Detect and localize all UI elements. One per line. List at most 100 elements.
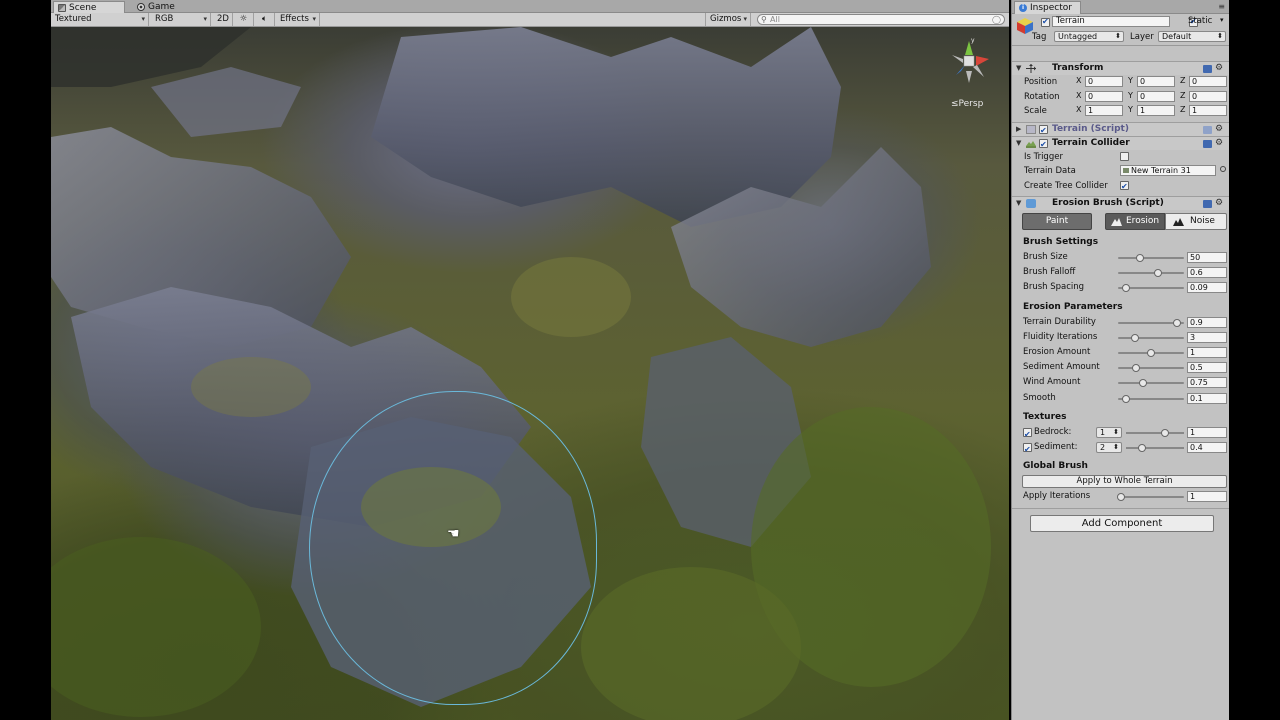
slider-knob[interactable] — [1173, 318, 1182, 327]
slider-knob[interactable] — [1121, 394, 1130, 403]
erosion-params-field[interactable]: 3 — [1187, 331, 1227, 343]
gear-icon[interactable]: ⚙ — [1215, 62, 1223, 75]
erosion-brush-header[interactable]: ▼ Erosion Brush (Script) ⚙ — [1012, 196, 1229, 210]
textures-list: Bedrock:1⬍1Sediment:2⬍0.4 — [1012, 425, 1229, 457]
slider-knob[interactable] — [1131, 364, 1140, 373]
erosion-params-field[interactable]: 0.1 — [1187, 392, 1227, 404]
projection-label[interactable]: ≤Persp — [951, 99, 983, 109]
texture-slider[interactable] — [1126, 428, 1184, 437]
apply-iterations-field[interactable]: 1 — [1187, 491, 1227, 503]
apply-to-whole-terrain-button[interactable]: Apply to Whole Terrain — [1022, 475, 1227, 489]
slider-knob[interactable] — [1135, 254, 1144, 262]
scale-x-field[interactable]: 1 — [1085, 105, 1123, 116]
object-active-checkbox[interactable] — [1041, 17, 1050, 27]
layer-dropdown[interactable]: Default ⬍ — [1158, 31, 1226, 42]
texture-enabled-checkbox[interactable] — [1023, 427, 1032, 442]
slider-knob[interactable] — [1130, 333, 1139, 342]
rotation-y-field[interactable]: 0 — [1137, 90, 1175, 102]
brush-settings-field[interactable]: 0.09 — [1187, 282, 1227, 294]
help-book-icon[interactable] — [1203, 125, 1212, 134]
scene-viewport[interactable]: ☚ y ≤Persp — [51, 27, 1009, 720]
is-trigger-checkbox[interactable] — [1120, 151, 1129, 161]
erosion-params-field[interactable]: 1 — [1187, 346, 1227, 358]
erosion-mode-button[interactable]: Erosion — [1105, 213, 1165, 230]
erosion-params-field[interactable]: 0.5 — [1187, 362, 1227, 374]
slider-knob[interactable] — [1139, 379, 1148, 388]
lighting-toggle[interactable]: ☼ — [234, 13, 254, 26]
noise-mode-button[interactable]: Noise — [1165, 213, 1227, 230]
slider-knob[interactable] — [1161, 428, 1170, 437]
erosion-params-slider[interactable] — [1118, 348, 1184, 357]
scene-search-input[interactable]: ⚲ All ◯ — [757, 14, 1005, 25]
tab-inspector[interactable]: i Inspector — [1014, 1, 1081, 14]
foldout-closed-icon[interactable]: ▶ — [1016, 123, 1021, 136]
terrain-collider-header[interactable]: ▼ Terrain Collider ⚙ — [1012, 135, 1229, 151]
help-book-icon[interactable] — [1203, 139, 1212, 148]
rotation-x-field[interactable]: 0 — [1085, 90, 1123, 102]
orientation-gizmo-icon[interactable]: y — [944, 37, 994, 87]
gizmos-dropdown[interactable]: Gizmos — [705, 13, 751, 26]
erosion-params-slider[interactable] — [1118, 379, 1184, 388]
texture-channel-dropdown[interactable]: 2 ⬍ — [1096, 441, 1122, 453]
erosion-params-field[interactable]: 0.9 — [1187, 316, 1227, 328]
terrain-script-header[interactable]: ▶ Terrain (Script) ⚙ — [1012, 121, 1229, 137]
texture-value-field[interactable]: 1 — [1187, 426, 1227, 438]
brush-settings-field[interactable]: 50 — [1187, 252, 1227, 263]
brush-settings-slider[interactable] — [1118, 284, 1184, 293]
foldout-open-icon[interactable]: ▼ — [1016, 197, 1021, 210]
position-x-field[interactable]: 0 — [1085, 76, 1123, 87]
erosion-params-slider[interactable] — [1118, 364, 1184, 373]
foldout-open-icon[interactable]: ▼ — [1016, 62, 1021, 75]
scale-y-field[interactable]: 1 — [1137, 105, 1175, 116]
gear-icon[interactable]: ⚙ — [1215, 137, 1223, 150]
slider-knob[interactable] — [1138, 443, 1147, 452]
create-tree-collider-row: Create Tree Collider — [1012, 179, 1229, 194]
brush-settings-slider[interactable] — [1118, 269, 1184, 278]
add-component-button[interactable]: Add Component — [1030, 515, 1214, 533]
panel-menu-icon[interactable]: ≡ — [1218, 2, 1225, 11]
texture-value-field[interactable]: 0.4 — [1187, 441, 1227, 453]
tag-dropdown[interactable]: Untagged ⬍ — [1054, 31, 1124, 42]
texture-enabled-checkbox[interactable] — [1023, 442, 1032, 457]
object-name-field[interactable]: Terrain — [1052, 16, 1170, 27]
shading-mode-dropdown[interactable]: Textured — [51, 13, 149, 26]
terrain-data-field[interactable]: New Terrain 31 — [1120, 165, 1216, 176]
slider-knob[interactable] — [1153, 269, 1162, 278]
toggle-2d-button[interactable]: 2D — [213, 13, 233, 26]
rotation-z-field[interactable]: 0 — [1189, 90, 1227, 102]
slider-knob[interactable] — [1121, 284, 1130, 293]
erosion-params-slider[interactable] — [1118, 333, 1184, 342]
tab-game[interactable]: Game — [133, 1, 181, 13]
tab-scene[interactable]: Scene — [53, 1, 125, 13]
position-y-field[interactable]: 0 — [1137, 76, 1175, 87]
slider-knob[interactable] — [1116, 493, 1125, 502]
gear-icon[interactable]: ⚙ — [1215, 123, 1223, 136]
static-dropdown-arrow-icon[interactable]: ▾ — [1220, 16, 1224, 24]
gear-icon[interactable]: ⚙ — [1215, 197, 1223, 210]
brush-settings-slider[interactable] — [1118, 254, 1184, 262]
paint-button[interactable]: Paint — [1022, 213, 1092, 230]
help-book-icon[interactable] — [1203, 65, 1212, 73]
tab-inspector-label: Inspector — [1030, 3, 1072, 13]
texture-slider[interactable] — [1126, 443, 1184, 452]
erosion-params-slider[interactable] — [1118, 318, 1184, 327]
audio-toggle[interactable]: 🔈︎ — [255, 13, 275, 26]
position-z-field[interactable]: 0 — [1189, 76, 1227, 87]
help-book-icon[interactable] — [1203, 200, 1212, 208]
render-mode-dropdown[interactable]: RGB — [151, 13, 211, 26]
erosion-params-field[interactable]: 0.75 — [1187, 377, 1227, 389]
object-picker-icon[interactable] — [1220, 166, 1226, 172]
erosion-params-slider[interactable] — [1118, 394, 1184, 403]
terrain-collider-enabled-checkbox[interactable] — [1039, 138, 1048, 151]
slider-knob[interactable] — [1147, 348, 1155, 357]
transform-header[interactable]: ▼ Transform ⚙ — [1012, 61, 1229, 75]
terrain-script-enabled-checkbox[interactable] — [1039, 124, 1048, 137]
foldout-open-icon[interactable]: ▼ — [1016, 137, 1021, 150]
clear-search-icon[interactable]: ◯ — [992, 15, 1001, 24]
create-tree-collider-checkbox[interactable] — [1120, 180, 1129, 194]
effects-dropdown[interactable]: Effects — [276, 13, 320, 26]
apply-iterations-slider[interactable] — [1116, 493, 1184, 502]
texture-channel-dropdown[interactable]: 1 ⬍ — [1096, 426, 1122, 438]
brush-settings-field[interactable]: 0.6 — [1187, 267, 1227, 279]
scale-z-field[interactable]: 1 — [1189, 105, 1227, 116]
